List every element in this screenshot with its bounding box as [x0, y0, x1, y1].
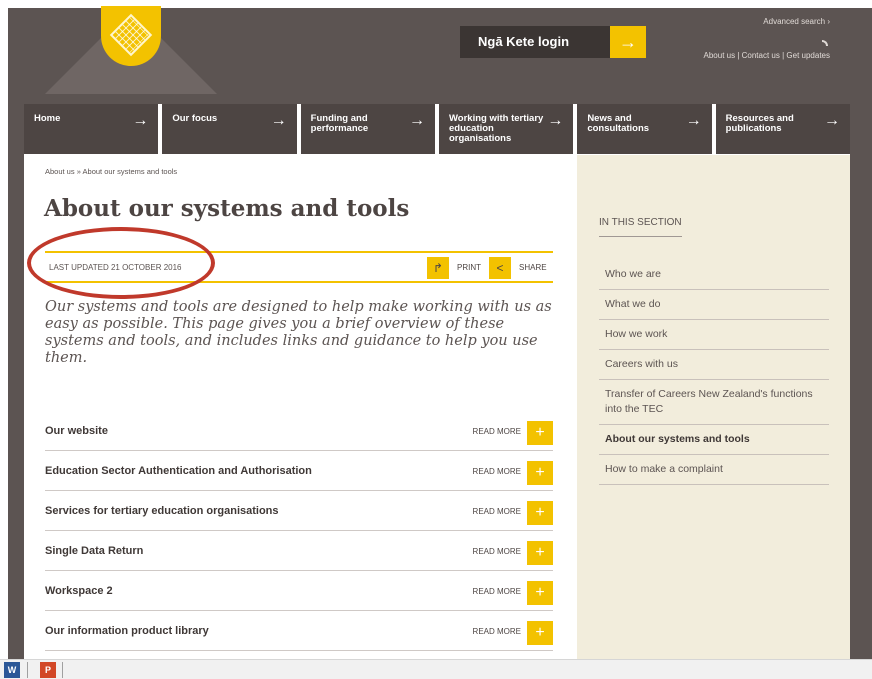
taskbar-divider [27, 662, 28, 678]
utility-links: About us | Contact us | Get updates [704, 51, 830, 60]
list-item[interactable]: Services for tertiary education organisa… [45, 491, 553, 531]
list-item[interactable]: Single Data Return READ MORE + [45, 531, 553, 571]
section-title[interactable]: Single Data Return [45, 545, 143, 557]
section-title[interactable]: Education Sector Authentication and Auth… [45, 465, 312, 477]
section-title[interactable]: Services for tertiary education organisa… [45, 505, 279, 517]
word-app-icon[interactable]: W [4, 662, 20, 678]
login-button[interactable]: Ngā Kete login [460, 26, 610, 58]
expand-plus-icon[interactable]: + [527, 581, 553, 605]
list-item[interactable]: Workspace 2 READ MORE + [45, 571, 553, 611]
sidebar-item-systems-tools[interactable]: About our systems and tools [599, 425, 829, 455]
powerpoint-app-icon[interactable]: P [40, 662, 56, 678]
share-icon[interactable]: < [489, 257, 511, 279]
nav-label: Working with tertiary education organisa… [448, 113, 544, 144]
sidebar: IN THIS SECTION Who we are What we do Ho… [577, 155, 850, 659]
arrow-right-icon: → [547, 112, 564, 129]
nav-item-home[interactable]: Home → [24, 104, 159, 154]
taskbar: W P [0, 659, 872, 679]
advanced-search-link[interactable]: Advanced search › [763, 17, 830, 26]
login-arrow-icon[interactable]: → [610, 26, 646, 58]
nav-label: Funding and performance [310, 113, 369, 134]
annotation-circle [27, 227, 215, 299]
sidebar-item-who-we-are[interactable]: Who we are [599, 260, 829, 290]
expand-plus-icon[interactable]: + [527, 541, 553, 565]
nav-label: Home [34, 113, 61, 124]
taskbar-divider [62, 662, 63, 678]
section-title[interactable]: Our website [45, 425, 108, 437]
main-content: About us » About our systems and tools A… [24, 155, 577, 659]
breadcrumb[interactable]: About us » About our systems and tools [45, 167, 177, 176]
page-title: About our systems and tools [44, 195, 410, 222]
get-updates-link[interactable]: Get updates [786, 51, 830, 60]
sidebar-item-transfer[interactable]: Transfer of Careers New Zealand's functi… [599, 380, 829, 425]
list-item[interactable]: Education Sector Authentication and Auth… [45, 451, 553, 491]
print-button[interactable]: PRINT [457, 263, 481, 272]
sidebar-item-how-we-work[interactable]: How we work [599, 320, 829, 350]
sidebar-item-complaint[interactable]: How to make a complaint [599, 455, 829, 485]
read-more-link[interactable]: READ MORE [473, 627, 521, 636]
arrow-right-icon: → [685, 112, 702, 129]
nav-item-funding[interactable]: Funding and performance → [300, 104, 435, 154]
arrow-right-icon: → [132, 112, 149, 129]
nav-label: Our focus [172, 113, 218, 124]
read-more-link[interactable]: READ MORE [473, 427, 521, 436]
expand-plus-icon[interactable]: + [527, 621, 553, 645]
read-more-link[interactable]: READ MORE [473, 547, 521, 556]
sidebar-item-careers[interactable]: Careers with us [599, 350, 829, 380]
sidebar-nav: Who we are What we do How we work Career… [599, 260, 829, 485]
print-icon[interactable]: ↱ [427, 257, 449, 279]
nav-item-resources[interactable]: Resources and publications → [715, 104, 850, 154]
arrow-right-icon: → [823, 112, 840, 129]
left-frame [8, 104, 24, 659]
arrow-right-icon: → [270, 112, 287, 129]
about-us-link[interactable]: About us [704, 51, 736, 60]
section-title[interactable]: Our information product library [45, 625, 209, 637]
site-logo[interactable] [45, 6, 225, 94]
right-frame [850, 8, 872, 659]
arrow-right-icon: → [408, 112, 425, 129]
main-nav: Home → Our focus → Funding and performan… [24, 104, 850, 154]
section-list: Our website READ MORE + Education Sector… [45, 411, 553, 651]
read-more-link[interactable]: READ MORE [473, 467, 521, 476]
list-item[interactable]: Our information product library READ MOR… [45, 611, 553, 651]
read-more-link[interactable]: READ MORE [473, 507, 521, 516]
nav-label: Resources and publications [725, 113, 794, 134]
read-more-link[interactable]: READ MORE [473, 587, 521, 596]
sidebar-heading: IN THIS SECTION [599, 217, 682, 237]
rss-icon[interactable] [822, 40, 828, 46]
contact-us-link[interactable]: Contact us [742, 51, 780, 60]
site-header: Ngā Kete login → Advanced search › About… [8, 6, 872, 104]
expand-plus-icon[interactable]: + [527, 501, 553, 525]
share-button[interactable]: SHARE [519, 263, 547, 272]
expand-plus-icon[interactable]: + [527, 461, 553, 485]
sidebar-item-what-we-do[interactable]: What we do [599, 290, 829, 320]
nav-item-news[interactable]: News and consultations → [577, 104, 712, 154]
intro-paragraph: Our systems and tools are designed to he… [45, 299, 552, 366]
nav-item-our-focus[interactable]: Our focus → [162, 104, 297, 154]
expand-plus-icon[interactable]: + [527, 421, 553, 445]
nav-label: News and consultations [587, 113, 650, 134]
nav-item-working-with[interactable]: Working with tertiary education organisa… [438, 104, 574, 154]
list-item[interactable]: Our website READ MORE + [45, 411, 553, 451]
section-title[interactable]: Workspace 2 [45, 585, 113, 597]
